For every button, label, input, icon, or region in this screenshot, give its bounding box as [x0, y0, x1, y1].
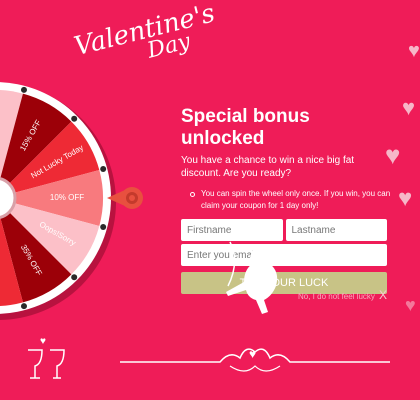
decline-label: No, I do not feel lucky [298, 292, 375, 301]
wheel-peg [71, 274, 78, 281]
firstname-input[interactable] [181, 219, 283, 241]
rule-text: You can spin the wheel only once. If you… [190, 188, 411, 212]
wheel-peg [100, 166, 107, 173]
heart-icon: ♥ [385, 140, 401, 170]
wheel-peg [20, 86, 27, 93]
heart-icon: ♥ [405, 295, 416, 315]
decline-link[interactable]: No, I do not feel lucky X [298, 288, 387, 302]
wine-glasses-icon: ♥ [28, 336, 65, 379]
wheel-peg [71, 115, 78, 122]
wheel-segment-label: 10% OFF [50, 193, 84, 202]
panel-title: Special bonus unlocked [181, 106, 310, 149]
svg-text:♥: ♥ [249, 347, 256, 361]
cupid-illustration [226, 241, 278, 314]
svg-text:♥: ♥ [40, 336, 46, 347]
wheel-peg [100, 223, 107, 230]
panel-description: You have a chance to win a nice big fat … [181, 155, 355, 179]
lastname-input[interactable] [285, 219, 387, 241]
wheel-peg [20, 303, 27, 310]
close-icon[interactable]: X [379, 288, 387, 302]
wheel-pointer-pin [129, 195, 135, 201]
heart-icon: ♥ [402, 95, 416, 120]
heart-icon: ♥ [408, 40, 420, 62]
ornament-divider: ♥ [120, 347, 390, 372]
